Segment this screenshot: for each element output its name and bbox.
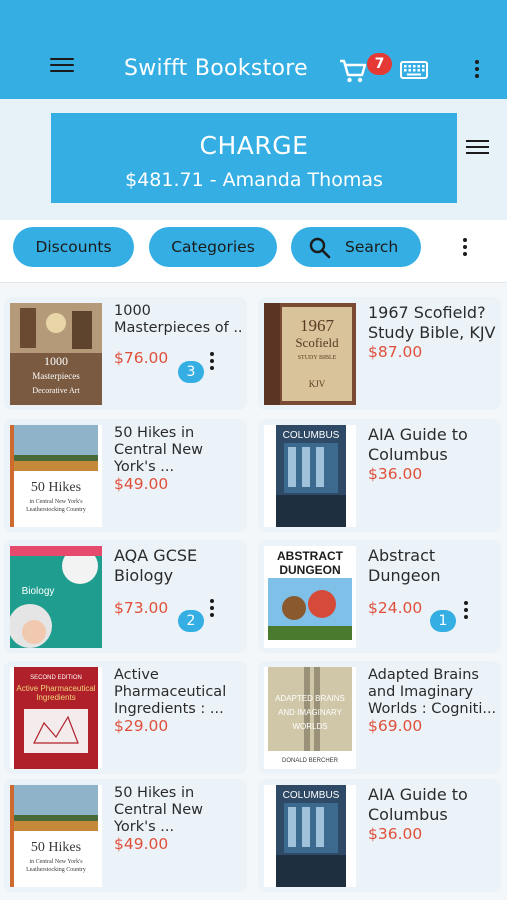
- filter-overflow-icon[interactable]: [460, 238, 470, 258]
- product-card[interactable]: ABSTRACT DUNGEON Abstract Dungeon $24.00…: [258, 540, 501, 653]
- product-menu-icon[interactable]: [461, 601, 471, 621]
- product-title: Abstract Dungeon: [368, 546, 441, 585]
- cover-subtitle: Scofield: [295, 335, 339, 350]
- product-card[interactable]: COLUMBUS AIA Guide to Columbus $36.00: [258, 779, 501, 892]
- book-cover: COLUMBUS: [264, 425, 356, 527]
- cover-title: ADAPTED BRAINS: [275, 694, 345, 703]
- cover-subtitle: STUDY BIBLE: [298, 355, 337, 361]
- search-button[interactable]: Search: [291, 227, 421, 267]
- product-title: 50 Hikes in Central New York's ...: [114, 785, 204, 835]
- product-card[interactable]: SECOND EDITION Active Pharmaceutical Ing…: [4, 661, 247, 774]
- product-price: $29.00: [114, 717, 169, 735]
- shopping-cart-icon[interactable]: [339, 58, 367, 84]
- product-title: Active Pharmaceutical Ingredients : ...: [114, 667, 227, 717]
- product-title: Adapted Brains and Imaginary Worlds : Co…: [368, 667, 497, 717]
- cover-title: COLUMBUS: [283, 790, 340, 801]
- book-cover: SECOND EDITION Active Pharmaceutical Ing…: [10, 667, 102, 769]
- product-price: $49.00: [114, 475, 169, 493]
- filter-bar: Discounts Categories Search: [0, 220, 507, 283]
- product-card[interactable]: 1000 Masterpieces Decorative Art 1000 Ma…: [4, 297, 247, 410]
- book-cover: 1000 Masterpieces Decorative Art: [10, 303, 102, 405]
- cover-subtitle: DONALD BERCHER: [282, 758, 339, 764]
- product-price: $69.00: [368, 717, 423, 735]
- cover-subtitle: in Central New York's: [29, 859, 83, 865]
- product-card[interactable]: 50 Hikes in Central New York's Leatherst…: [4, 779, 247, 892]
- product-price: $36.00: [368, 825, 423, 843]
- cover-subtitle: Decorative Art: [32, 386, 80, 395]
- cover-subtitle: AND IMAGINARY: [278, 708, 343, 717]
- product-price: $36.00: [368, 465, 423, 483]
- book-cover: ADAPTED BRAINS AND IMAGINARY WORLDS DONA…: [264, 667, 356, 769]
- book-cover: COLUMBUS: [264, 785, 356, 887]
- product-menu-icon[interactable]: [207, 599, 217, 619]
- cover-subtitle: SECOND EDITION: [30, 675, 82, 681]
- product-card[interactable]: COLUMBUS AIA Guide to Columbus $36.00: [258, 419, 501, 532]
- book-cover: 1967 Scofield STUDY BIBLE KJV: [264, 303, 356, 405]
- quantity-badge: 3: [178, 361, 204, 383]
- product-grid: 1000 Masterpieces Decorative Art 1000 Ma…: [0, 284, 507, 900]
- product-card[interactable]: Biology AQA GCSE Biology $73.00 2: [4, 540, 247, 653]
- keyboard-icon[interactable]: [400, 61, 428, 79]
- cover-title: COLUMBUS: [283, 430, 340, 441]
- cover-title: 1967: [300, 316, 335, 335]
- cover-title: 50 Hikes: [31, 840, 81, 855]
- search-icon: [309, 237, 331, 259]
- discounts-button[interactable]: Discounts: [13, 227, 134, 267]
- charge-detail: $481.71 - Amanda Thomas: [125, 169, 383, 191]
- cover-title: Biology: [22, 586, 55, 597]
- charge-button[interactable]: CHARGE $481.71 - Amanda Thomas: [51, 113, 457, 203]
- cover-title: 1000: [44, 354, 68, 368]
- cover-subtitle: KJV: [309, 379, 326, 389]
- app-title: Swifft Bookstore: [124, 56, 308, 81]
- quantity-badge: 1: [430, 610, 456, 632]
- categories-button[interactable]: Categories: [149, 227, 277, 267]
- overflow-menu-icon[interactable]: [472, 60, 482, 80]
- product-title: AIA Guide to Columbus: [368, 425, 468, 464]
- cover-subtitle: Masterpieces: [32, 371, 80, 381]
- product-card[interactable]: ADAPTED BRAINS AND IMAGINARY WORLDS DONA…: [258, 661, 501, 774]
- cover-subtitle: Leatherstocking Country: [26, 507, 86, 513]
- cover-title: Active Pharmaceutical: [16, 684, 95, 693]
- product-menu-icon[interactable]: [207, 352, 217, 372]
- product-price: $87.00: [368, 343, 423, 361]
- book-cover: ABSTRACT DUNGEON: [264, 546, 356, 648]
- cart-list-icon[interactable]: [466, 140, 489, 156]
- cart-count-badge: 7: [367, 53, 392, 75]
- product-card[interactable]: 1967 Scofield STUDY BIBLE KJV 1967 Scofi…: [258, 297, 501, 410]
- quantity-badge: 2: [178, 610, 204, 632]
- cover-subtitle: Leatherstocking Country: [26, 867, 86, 873]
- product-title: 1967 Scofield? Study Bible, KJV: [368, 303, 496, 342]
- cover-title: 50 Hikes: [31, 480, 81, 495]
- product-price: $73.00: [114, 599, 169, 617]
- book-cover: 50 Hikes in Central New York's Leatherst…: [10, 425, 102, 527]
- product-title: AIA Guide to Columbus: [368, 785, 468, 824]
- cover-title: ABSTRACT: [277, 549, 344, 563]
- product-price: $76.00: [114, 349, 169, 367]
- charge-label: CHARGE: [199, 131, 309, 160]
- cover-subtitle: Ingredients: [36, 693, 76, 702]
- product-price: $24.00: [368, 599, 423, 617]
- product-card[interactable]: 50 Hikes in Central New York's Leatherst…: [4, 419, 247, 532]
- product-price: $49.00: [114, 835, 169, 853]
- search-label: Search: [345, 238, 399, 256]
- product-title: 1000 Masterpieces of ...: [114, 303, 244, 336]
- product-title: 50 Hikes in Central New York's ...: [114, 425, 204, 475]
- cover-subtitle: DUNGEON: [279, 563, 340, 577]
- product-title: AQA GCSE Biology: [114, 546, 198, 585]
- app-bar: Swifft Bookstore 7: [0, 0, 507, 99]
- nav-menu-icon[interactable]: [50, 58, 74, 78]
- book-cover: Biology: [10, 546, 102, 648]
- cover-subtitle: in Central New York's: [29, 499, 83, 505]
- cover-subtitle: WORLDS: [292, 722, 327, 731]
- book-cover: 50 Hikes in Central New York's Leatherst…: [10, 785, 102, 887]
